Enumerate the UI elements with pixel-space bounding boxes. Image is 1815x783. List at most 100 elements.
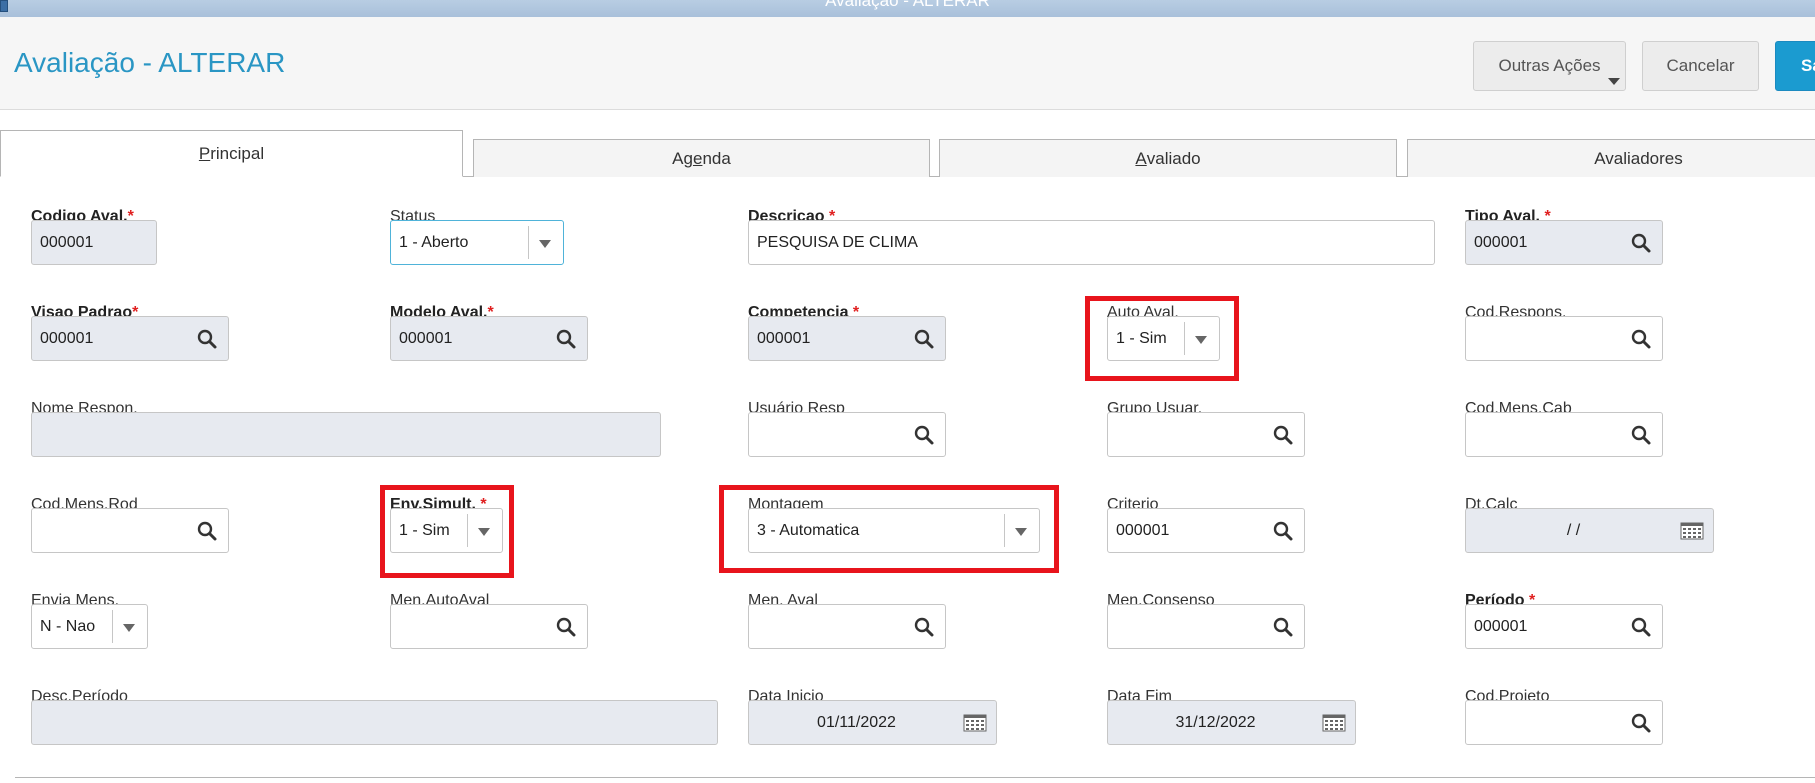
visao-padrao-value: 000001 [40,329,94,347]
tab-avaliado-label-accel: A [1135,148,1147,168]
modelo-aval-value: 000001 [399,329,453,347]
tab-principal-label-accel: P [198,143,211,163]
dt-calc-value: / / [1566,521,1581,539]
descricao-field: Descricao * PESQUISA DE CLIMA [748,208,1435,265]
search-icon[interactable] [1272,520,1294,542]
cancel-label: Cancelar [1666,56,1735,75]
search-icon[interactable] [1272,616,1294,638]
other-actions-label: Outras Ações [1498,56,1601,75]
window-titlebar: Avaliação - ALTERAR [0,0,1815,17]
periodo-input[interactable]: 000001 [1465,604,1663,649]
data-inicio-input[interactable]: 01/11/2022 [748,700,997,745]
search-icon[interactable] [196,520,218,542]
window-title: Avaliação - ALTERAR [825,0,990,10]
calendar-icon[interactable] [1322,714,1346,732]
dropdown-separator [528,226,529,259]
caret-down-icon [1608,78,1620,85]
envia-mens-select[interactable]: N - Nao [31,604,148,649]
dt-calc-input[interactable]: / / [1465,508,1714,553]
cod-mens-cab-input[interactable] [1465,412,1663,457]
search-icon[interactable] [1630,616,1652,638]
men-consenso-field: Men.Consenso [1107,592,1305,649]
codigo-aval-input[interactable]: 000001 [31,220,157,265]
data-fim-field: Data Fim 31/12/2022 [1107,688,1356,745]
cod-mens-cab-field: Cod.Mens.Cab [1465,400,1663,457]
men-consenso-input[interactable] [1107,604,1305,649]
tab-avaliadores-label: Avaliadores [1594,148,1683,168]
modelo-aval-field: Modelo Aval.* 000001 [390,304,588,361]
tab-agenda[interactable]: Ag e nda [473,139,930,177]
periodo-value: 000001 [1474,617,1528,635]
cod-respons-field: Cod.Respons. [1465,304,1663,361]
status-value: 1 - Aberto [399,233,469,251]
periodo-field: Período * 000001 [1465,592,1663,649]
tipo-aval-field: Tipo Aval. * 000001 [1465,208,1663,265]
tab-agenda-label-rest: nda [702,148,731,168]
search-icon[interactable] [1272,424,1294,446]
status-select[interactable]: 1 - Aberto [390,220,564,265]
descricao-input[interactable]: PESQUISA DE CLIMA [748,220,1435,265]
highlight-box-env-simult [380,485,514,578]
tab-principal-label-rest: rincipal [210,143,265,163]
dropdown-separator [112,610,113,643]
calendar-icon[interactable] [1680,522,1704,540]
chevron-down-icon[interactable] [539,240,551,248]
search-icon[interactable] [196,328,218,350]
competencia-value: 000001 [757,329,811,347]
other-actions-button[interactable]: Outras Ações [1473,41,1626,91]
save-button[interactable]: Sa [1775,41,1815,91]
cod-mens-rod-input[interactable] [31,508,229,553]
search-icon[interactable] [913,424,935,446]
search-icon[interactable] [913,328,935,350]
tab-agenda-label-accel: e [692,148,703,168]
cod-respons-input[interactable] [1465,316,1663,361]
envia-mens-field: Envia Mens. N - Nao [31,592,148,649]
cod-mens-rod-field: Cod.Mens.Rod [31,496,229,553]
modelo-aval-input[interactable]: 000001 [390,316,588,361]
tab-agenda-label-prefix: Ag [672,148,693,168]
tab-avaliado-label-rest: valiado [1146,148,1201,168]
codigo-aval-field: Codigo Aval.* 000001 [31,208,157,265]
criterio-value: 000001 [1116,521,1170,539]
highlight-box-auto-aval [1085,296,1239,381]
desc-periodo-input[interactable] [31,700,718,745]
descricao-value: PESQUISA DE CLIMA [757,233,918,251]
chevron-down-icon[interactable] [123,624,135,632]
data-fim-input[interactable]: 31/12/2022 [1107,700,1356,745]
tab-bar: Principal Ag e nda Avaliado Avaliadores [0,130,1815,177]
men-autoaval-field: Men.AutoAval [390,592,588,649]
search-icon[interactable] [1630,328,1652,350]
usuario-resp-input[interactable] [748,412,946,457]
visao-padrao-field: Visao Padrao* 000001 [31,304,229,361]
save-label: Sa [1801,56,1815,75]
search-icon[interactable] [1630,424,1652,446]
search-icon[interactable] [913,616,935,638]
data-fim-value: 31/12/2022 [1175,713,1256,731]
men-aval-input[interactable] [748,604,946,649]
competencia-input[interactable]: 000001 [748,316,946,361]
tab-principal[interactable]: Principal [0,130,463,177]
desc-periodo-field: Desc.Período [31,688,718,745]
tipo-aval-input[interactable]: 000001 [1465,220,1663,265]
cod-projeto-field: Cod.Projeto [1465,688,1663,745]
grupo-usuar-field: Grupo Usuar. [1107,400,1305,457]
tab-avaliadores[interactable]: Avaliadores [1407,139,1815,177]
highlight-box-montagem [719,485,1059,573]
criterio-input[interactable]: 000001 [1107,508,1305,553]
search-icon[interactable] [1630,712,1652,734]
men-autoaval-input[interactable] [390,604,588,649]
tab-avaliado[interactable]: Avaliado [939,139,1397,177]
page-header: Avaliação - ALTERAR Outras Ações Cancela… [0,17,1815,110]
nome-respon-input[interactable] [31,412,661,457]
calendar-icon[interactable] [963,714,987,732]
grupo-usuar-input[interactable] [1107,412,1305,457]
data-inicio-value: 01/11/2022 [817,713,896,731]
search-icon[interactable] [555,616,577,638]
cod-projeto-input[interactable] [1465,700,1663,745]
men-aval-field: Men. Aval [748,592,946,649]
search-icon[interactable] [1630,232,1652,254]
search-icon[interactable] [555,328,577,350]
dt-calc-field: Dt.Calc / / [1465,496,1714,553]
visao-padrao-input[interactable]: 000001 [31,316,229,361]
cancel-button[interactable]: Cancelar [1642,41,1759,91]
